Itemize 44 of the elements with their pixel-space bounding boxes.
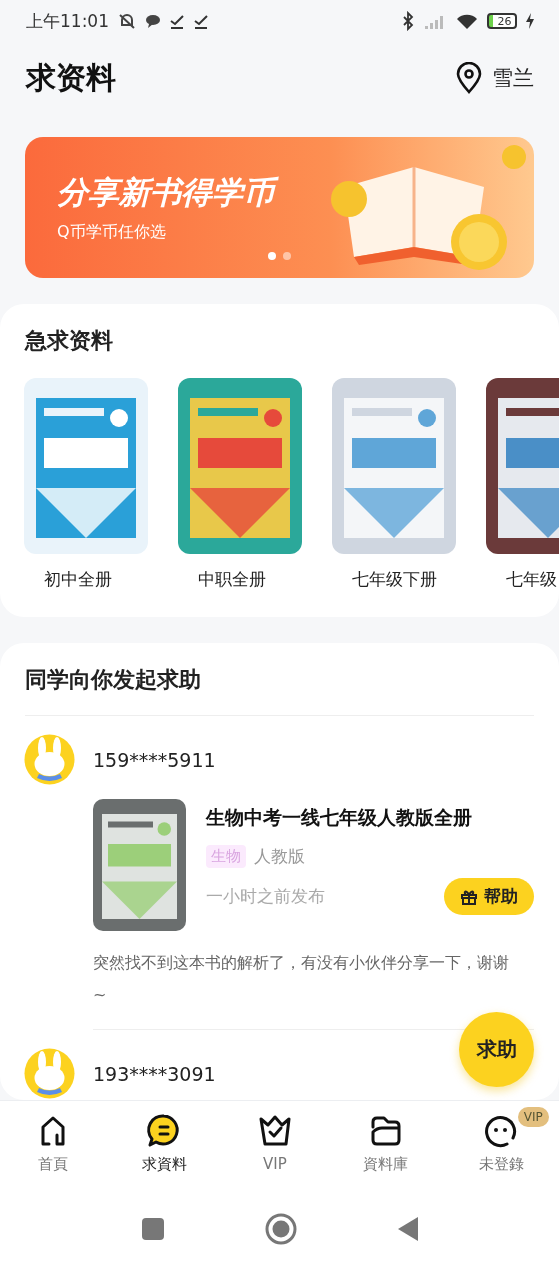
check-icon xyxy=(169,13,185,29)
avatar-icon xyxy=(24,734,75,785)
tab-label: VIP xyxy=(263,1155,287,1173)
tab-label: 資料庫 xyxy=(363,1155,409,1174)
home-button-icon xyxy=(264,1213,297,1245)
status-time: 上午11:01 xyxy=(26,9,109,33)
user-name: 159****5911 xyxy=(93,748,216,771)
location-pin-icon xyxy=(456,62,482,94)
wifi-icon xyxy=(455,12,479,30)
bluetooth-icon xyxy=(401,11,415,31)
book-title[interactable]: 生物中考一线七年级人教版全册 xyxy=(206,805,534,831)
nav-tab[interactable]: 首頁 xyxy=(35,1113,72,1174)
back-icon xyxy=(396,1216,419,1242)
nav-tab[interactable]: VIP xyxy=(256,1113,293,1173)
request-message: 突然找不到这本书的解析了，有没有小伙伴分享一下，谢谢~ xyxy=(93,952,510,1006)
book-label[interactable]: 初中全册 xyxy=(44,568,128,591)
battery-icon: 26 xyxy=(487,13,517,29)
bell-off-icon xyxy=(117,11,137,31)
edition-text: 人教版 xyxy=(254,845,305,868)
book-label[interactable]: 中职全册 xyxy=(198,568,282,591)
section-title: 同学向你发起求助 xyxy=(24,666,202,694)
tab-label: 首頁 xyxy=(38,1155,69,1174)
book-label[interactable]: 七年级下册 xyxy=(351,568,437,591)
post-time: 一小时之前发布 xyxy=(206,885,325,908)
location-text[interactable]: 雪兰 xyxy=(492,64,534,92)
charging-icon xyxy=(525,13,535,29)
page-title: 求资料 xyxy=(26,58,116,97)
section-title: 急求资料 xyxy=(23,327,114,355)
vip-badge: VIP xyxy=(517,1107,549,1127)
nav-tab[interactable]: 求資料 xyxy=(141,1113,187,1174)
book-label[interactable]: 七年级 xyxy=(506,568,559,591)
chat-bubble-icon xyxy=(145,13,161,29)
nav-tab[interactable]: 資料庫 xyxy=(363,1113,409,1174)
recents-icon xyxy=(140,1217,165,1241)
subject-tag: 生物 xyxy=(206,845,246,868)
carousel-dot[interactable] xyxy=(283,252,291,260)
carousel-dot[interactable] xyxy=(268,252,276,260)
user-name: 193****3091 xyxy=(93,1062,216,1085)
check-icon xyxy=(193,13,209,29)
banner-subline: Q币学币任你选 xyxy=(57,222,167,243)
tab-label: 求資料 xyxy=(141,1155,187,1174)
tab-label: 未登錄 xyxy=(478,1155,524,1174)
help-button[interactable]: 帮助 xyxy=(444,878,534,915)
banner-headline: 分享新书得学币 xyxy=(57,172,534,214)
